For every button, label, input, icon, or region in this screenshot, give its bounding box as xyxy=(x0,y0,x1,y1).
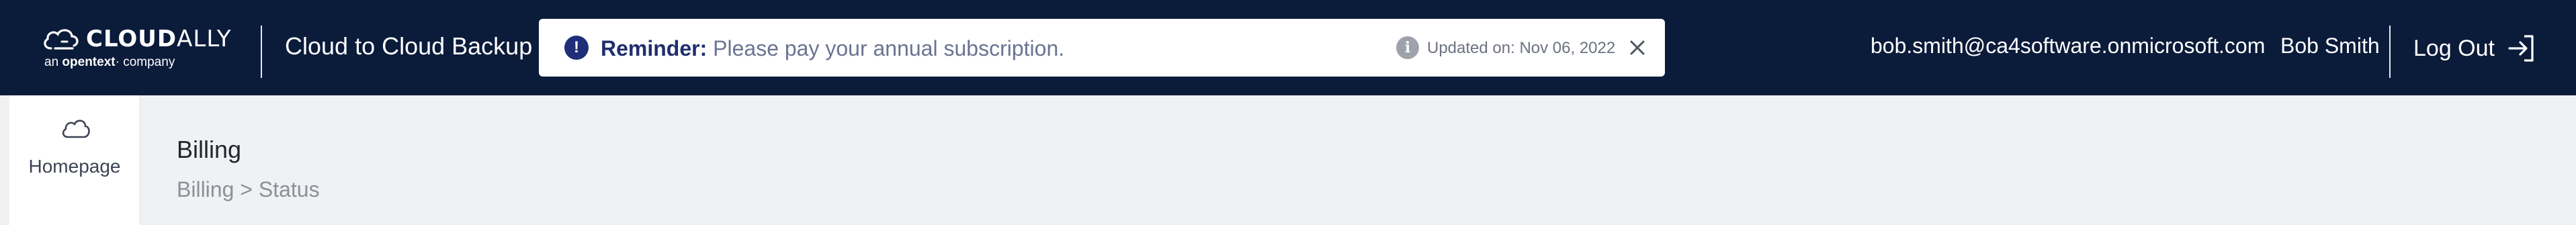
breadcrumb-separator: > xyxy=(240,177,253,201)
logo-text-light: ALLY xyxy=(177,26,232,52)
tagline-brand: opentext xyxy=(62,55,116,69)
cloudally-logo[interactable]: CLOUDALLY an opentext· company xyxy=(42,24,243,73)
header-divider xyxy=(2389,26,2391,78)
product-title: Cloud to Cloud Backup xyxy=(285,32,533,60)
logo-tagline: an opentext· company xyxy=(44,55,175,69)
main-content: Billing Billing > Status xyxy=(140,95,2576,225)
reminder-message: Please pay your annual subscription. xyxy=(713,36,1065,60)
logout-icon xyxy=(2508,35,2534,62)
sidebar-item-homepage[interactable]: Homepage xyxy=(9,117,140,191)
logout-label: Log Out xyxy=(2413,35,2495,61)
info-circle-icon: i xyxy=(1396,36,1419,59)
logo-text-bold: CLOUD xyxy=(86,26,177,52)
exclamation-circle-icon: ! xyxy=(564,36,589,60)
breadcrumb-current: Status xyxy=(258,177,320,201)
sidebar: Homepage xyxy=(9,95,140,225)
reminder-updated-date: Updated on: Nov 06, 2022 xyxy=(1427,39,1616,57)
breadcrumb: Billing > Status xyxy=(177,177,320,202)
close-icon[interactable] xyxy=(1621,31,1654,64)
reminder-label: Reminder: xyxy=(601,36,707,60)
logout-button[interactable]: Log Out xyxy=(2413,28,2536,69)
top-header: CLOUDALLY an opentext· company Cloud to … xyxy=(0,0,2576,95)
tagline-prefix: an xyxy=(44,55,59,69)
user-email: bob.smith@ca4software.onmicrosoft.com xyxy=(1871,34,2266,58)
tagline-suffix: company xyxy=(123,55,175,69)
reminder-text: Reminder: Please pay your annual subscri… xyxy=(601,36,1064,61)
cloud-icon xyxy=(62,120,90,138)
breadcrumb-parent[interactable]: Billing xyxy=(177,177,234,201)
logo-wordmark: CLOUDALLY xyxy=(86,24,232,54)
page-title: Billing xyxy=(177,136,242,163)
cloud-logo-icon xyxy=(44,29,79,50)
header-divider xyxy=(261,26,262,78)
user-name: Bob Smith xyxy=(2280,34,2380,58)
sidebar-item-label: Homepage xyxy=(28,156,121,177)
reminder-banner: ! Reminder: Please pay your annual subsc… xyxy=(539,19,1665,77)
